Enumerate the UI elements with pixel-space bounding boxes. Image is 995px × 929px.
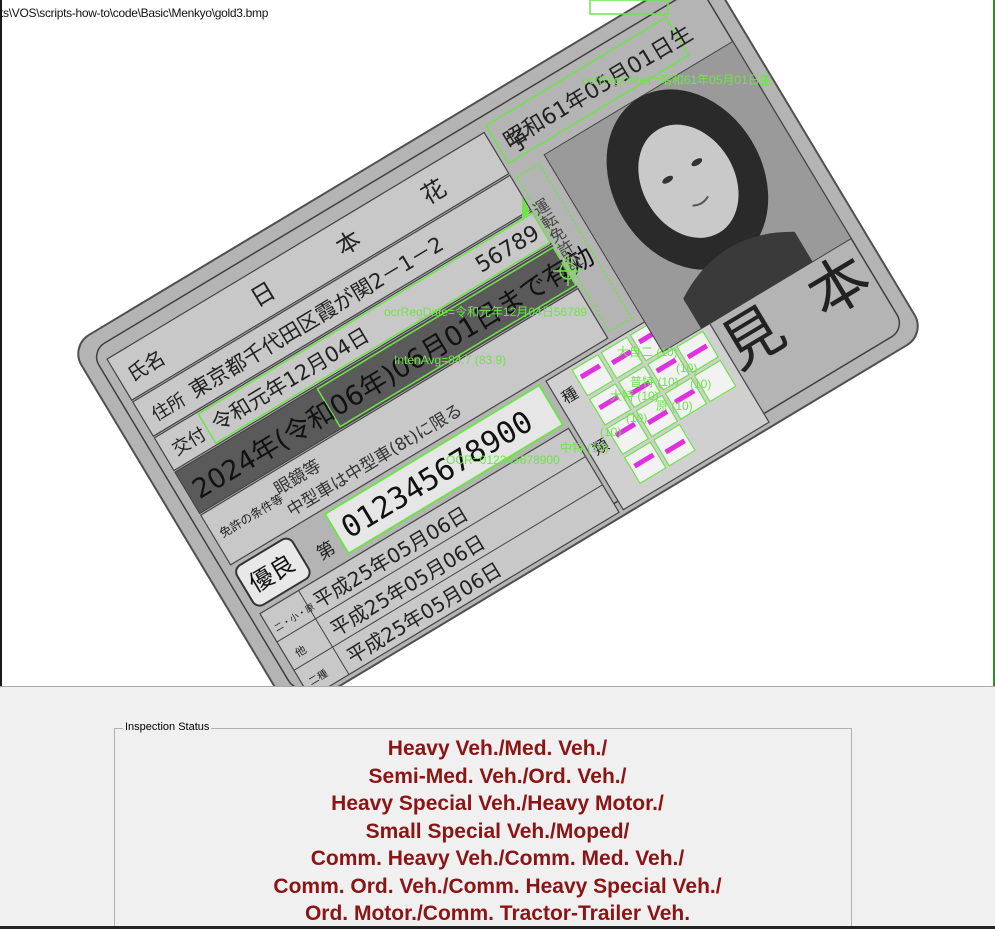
status-line: Small Special Veh./Moped/	[365, 819, 630, 843]
overlay-reg-date1: ocrRegDate1=昭和61年05月01日生	[582, 73, 772, 87]
file-path-label: ts\VOS\scripts-how-to\code\Basic\Menkyo\…	[0, 6, 269, 20]
overlay-score-7: (10)	[626, 411, 647, 425]
overlay-score-6: 原 (10)	[656, 399, 693, 413]
inspection-status-title: Inspection Status	[123, 721, 212, 733]
status-panel: Inspection Status Heavy Veh./Med. Veh./ …	[0, 686, 995, 929]
overlay-ocr: OCR=012345678900	[446, 453, 560, 467]
image-viewer[interactable]: 氏名 日 本 花 子 昭和61年05月01日生 住所 東京都千代田区霞が関2－1…	[0, 0, 995, 686]
status-line: Comm. Heavy Veh./Comm. Med. Veh./	[310, 847, 685, 870]
overlay-score-5: 大特 (10)	[610, 388, 659, 403]
overlay-score-9: 中特 (10)	[560, 440, 609, 455]
overlay-inten-avg: IntenAvg=84.7 (83.9)	[394, 353, 506, 367]
status-line: Heavy Veh./Med. Veh./	[387, 737, 608, 760]
status-line: Heavy Special Veh./Heavy Motor./	[331, 792, 664, 815]
status-line: Comm. Ord. Veh./Comm. Heavy Special Veh.…	[273, 874, 722, 898]
overlay-score-1: 大自二 (10)	[617, 345, 678, 359]
inspection-status-lines: Heavy Veh./Med. Veh./ Semi-Med. Veh./Ord…	[0, 735, 995, 928]
overlay-reg-date: ocrRegDate=令和元年12月04日56789	[384, 304, 587, 319]
status-line: Ord. Motor./Comm. Tractor-Trailer Veh.	[304, 902, 691, 925]
status-line: Semi-Med. Veh./Ord. Veh./	[368, 764, 627, 788]
overlay-score-2: (10)	[676, 361, 697, 375]
overlay-score-8: (10)	[600, 425, 621, 439]
overlay-score-3: 普特 (10)	[630, 374, 679, 389]
overlay-score-4: (10)	[690, 377, 711, 391]
license-image: 氏名 日 本 花 子 昭和61年05月01日生 住所 東京都千代田区霞が関2－1…	[77, 0, 919, 686]
